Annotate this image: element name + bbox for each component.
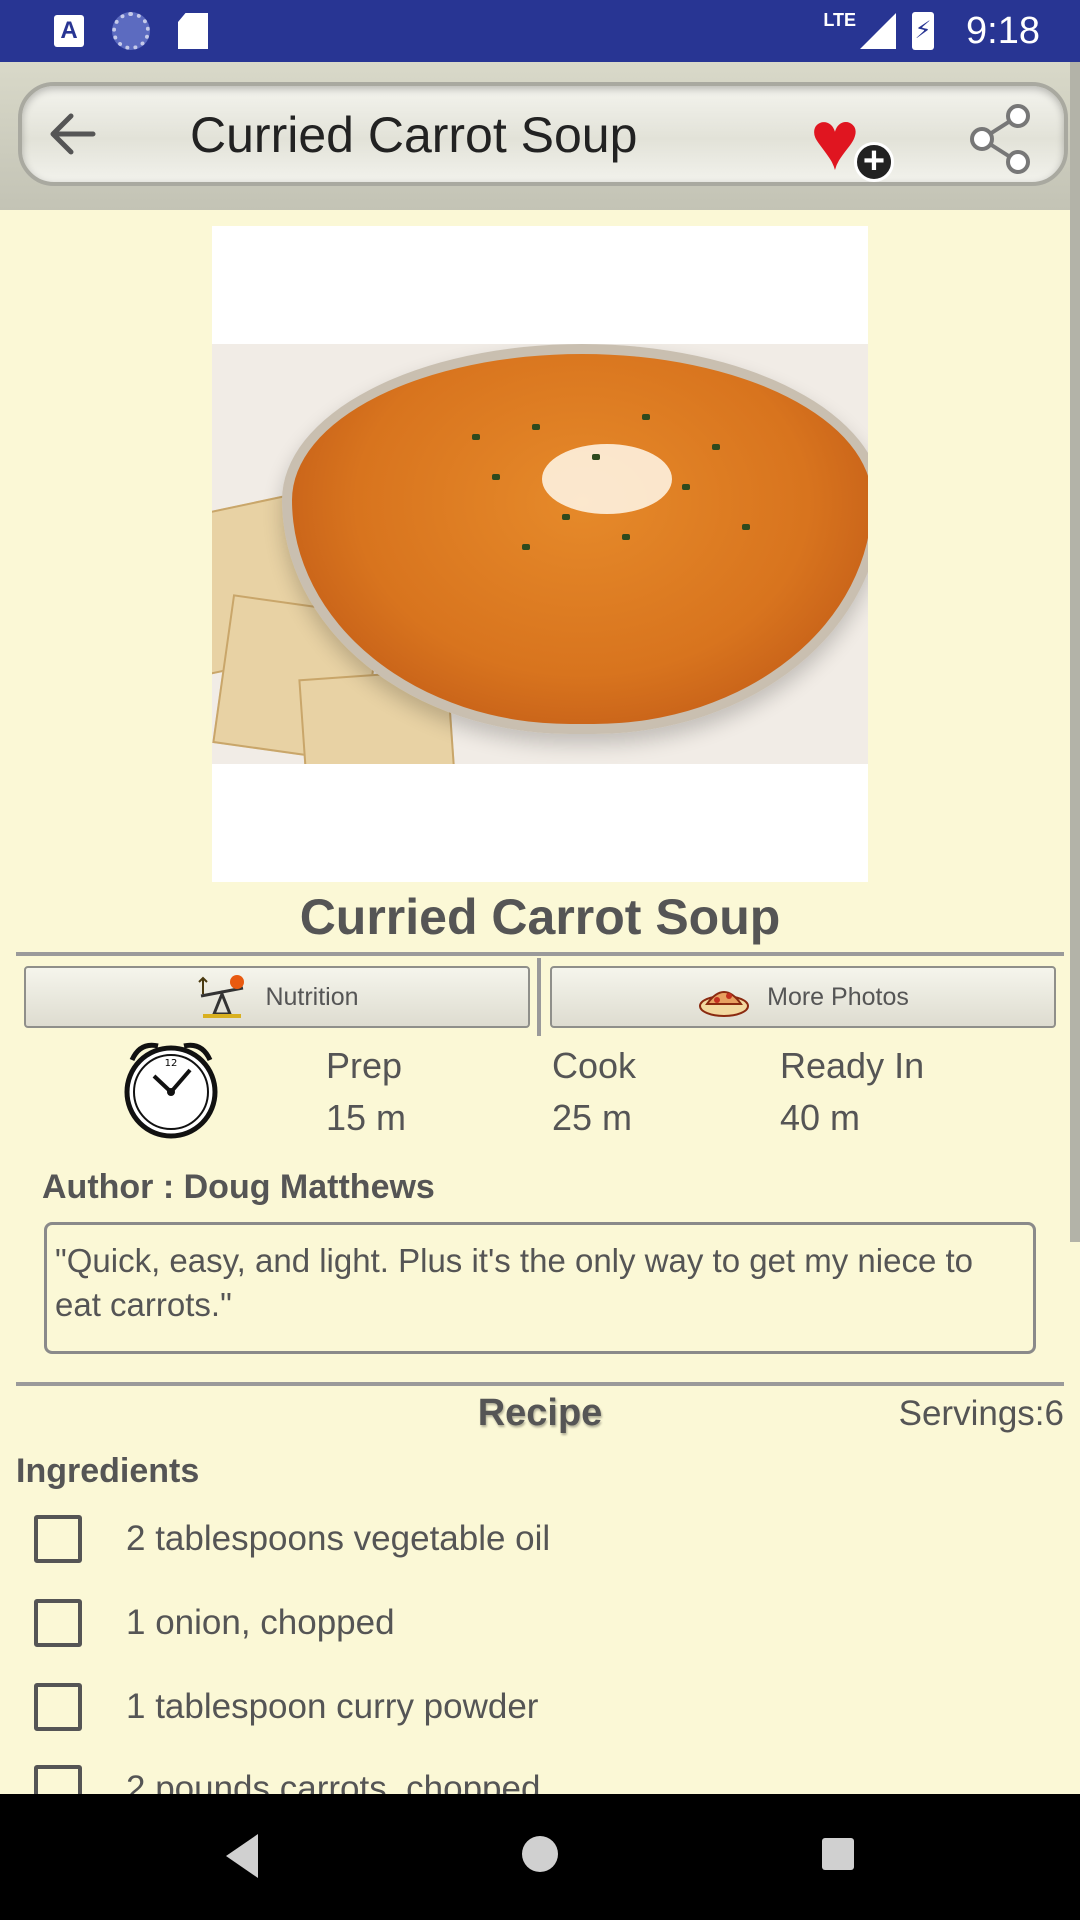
signal-icon	[860, 13, 897, 49]
prep-label: Prep	[326, 1045, 403, 1086]
prep-time: Prep 15 m	[326, 1040, 406, 1144]
heart-icon: ♥	[810, 93, 860, 187]
svg-text:12: 12	[165, 1058, 178, 1069]
sd-card-icon	[178, 13, 208, 49]
alarm-clock-icon: 12	[124, 1042, 218, 1139]
ingredient-item[interactable]: 1 onion, chopped	[34, 1598, 395, 1648]
status-time: 9:18	[966, 9, 1040, 52]
nutrition-button[interactable]: Nutrition	[24, 966, 530, 1028]
soup-image	[212, 344, 868, 764]
header-title: Curried Carrot Soup	[190, 107, 638, 163]
ingredient-text: 1 tablespoon curry powder	[126, 1687, 539, 1726]
ingredient-checkbox[interactable]	[34, 1515, 82, 1563]
cook-label: Cook	[552, 1045, 637, 1086]
arrow-left-icon	[50, 113, 96, 155]
ingredients-title: Ingredients	[16, 1452, 200, 1490]
author-quote: "Quick, easy, and light. Plus it's the o…	[44, 1222, 1036, 1354]
ingredient-text: 2 tablespoons vegetable oil	[126, 1519, 551, 1558]
ready-in-label: Ready In	[780, 1045, 925, 1086]
share-button[interactable]	[966, 104, 1036, 174]
recipe-photo[interactable]	[212, 226, 868, 882]
ready-in-time: Ready In 40 m	[780, 1040, 924, 1144]
food-platter-icon	[699, 991, 750, 1017]
status-bar: A LTE ⚡ 9:18	[0, 0, 1080, 62]
nav-home-icon[interactable]	[522, 1836, 558, 1872]
prep-value: 15 m	[326, 1097, 407, 1138]
app-notification-icon: A	[54, 15, 84, 47]
servings-label[interactable]: Servings:6	[899, 1394, 1064, 1434]
cook-time: Cook 25 m	[552, 1040, 636, 1144]
network-type-label: LTE	[823, 10, 857, 30]
nav-back-icon[interactable]	[226, 1834, 258, 1878]
author-label: Author : Doug Matthews	[42, 1168, 435, 1206]
navigation-bar	[0, 1794, 1080, 1920]
battery-charging-icon: ⚡	[912, 12, 935, 50]
button-separator	[537, 958, 541, 1036]
nutrition-scale-icon	[198, 975, 245, 1018]
more-photos-button[interactable]: More Photos	[550, 966, 1056, 1028]
ingredient-checkbox[interactable]	[34, 1683, 82, 1731]
sync-icon	[112, 12, 150, 50]
divider	[16, 1382, 1064, 1386]
more-photos-button-label: More Photos	[767, 982, 909, 1011]
add-favorite-button[interactable]: ♥ +	[810, 98, 900, 182]
app-header: Curried Carrot Soup ♥ +	[0, 62, 1080, 210]
ingredient-item[interactable]: 2 tablespoons vegetable oil	[34, 1514, 550, 1564]
nav-recents-icon[interactable]	[822, 1838, 854, 1870]
ingredient-checkbox[interactable]	[34, 1599, 82, 1647]
nutrition-button-label: Nutrition	[265, 982, 359, 1011]
ingredient-text: 1 onion, chopped	[126, 1603, 395, 1642]
ready-in-value: 40 m	[780, 1097, 861, 1138]
recipe-title: Curried Carrot Soup	[299, 889, 781, 945]
cook-value: 25 m	[552, 1097, 633, 1138]
share-icon	[970, 104, 1030, 174]
ingredient-item[interactable]: 1 tablespoon curry powder	[34, 1682, 538, 1732]
divider	[16, 952, 1064, 956]
back-button[interactable]	[38, 104, 108, 164]
plus-icon: +	[854, 142, 894, 182]
scrollbar[interactable]	[1070, 62, 1080, 1242]
